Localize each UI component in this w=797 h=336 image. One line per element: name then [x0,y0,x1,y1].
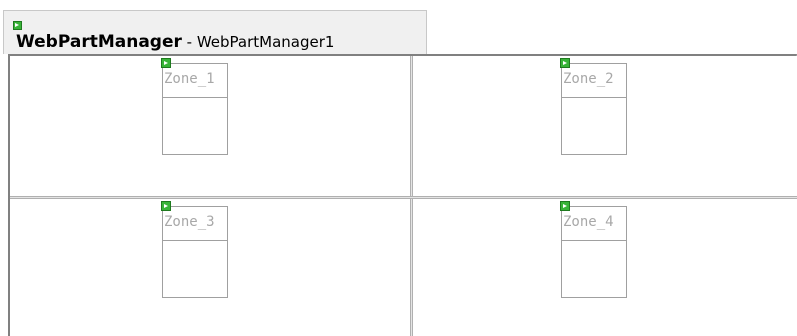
web-part-zone-3[interactable]: Zone_3 [161,201,228,298]
smart-tag-icon[interactable] [161,58,171,68]
control-id-label: WebPartManager1 [196,33,335,51]
row-divider [10,196,797,199]
smart-tag-icon[interactable] [560,201,570,211]
zone-title: Zone_2 [562,64,626,98]
layout-table: Zone_1 Zone_2 Zone_3 Zone_4 [8,54,797,336]
zone-title: Zone_1 [163,64,227,98]
title-separator: - [181,33,197,51]
smart-tag-icon[interactable] [13,21,22,30]
control-type-label: WebPartManager [16,32,182,52]
table-cell-top-right[interactable]: Zone_2 [410,56,797,199]
smart-tag-icon[interactable] [161,201,171,211]
web-part-zone-1[interactable]: Zone_1 [161,58,228,155]
zone-title: Zone_3 [163,207,227,241]
web-part-manager-title: WebPartManager - WebPartManager1 [16,32,334,52]
web-part-manager-header[interactable]: WebPartManager - WebPartManager1 [3,10,427,54]
zone-title: Zone_4 [562,207,626,241]
smart-tag-icon[interactable] [560,58,570,68]
design-surface: WebPartManager - WebPartManager1 Zone_1 … [0,0,797,336]
web-part-zone-2[interactable]: Zone_2 [560,58,627,155]
table-cell-top-left[interactable]: Zone_1 [10,56,410,199]
table-cell-bottom-left[interactable]: Zone_3 [10,199,410,336]
table-cell-bottom-right[interactable]: Zone_4 [410,199,797,336]
web-part-zone-4[interactable]: Zone_4 [560,201,627,298]
